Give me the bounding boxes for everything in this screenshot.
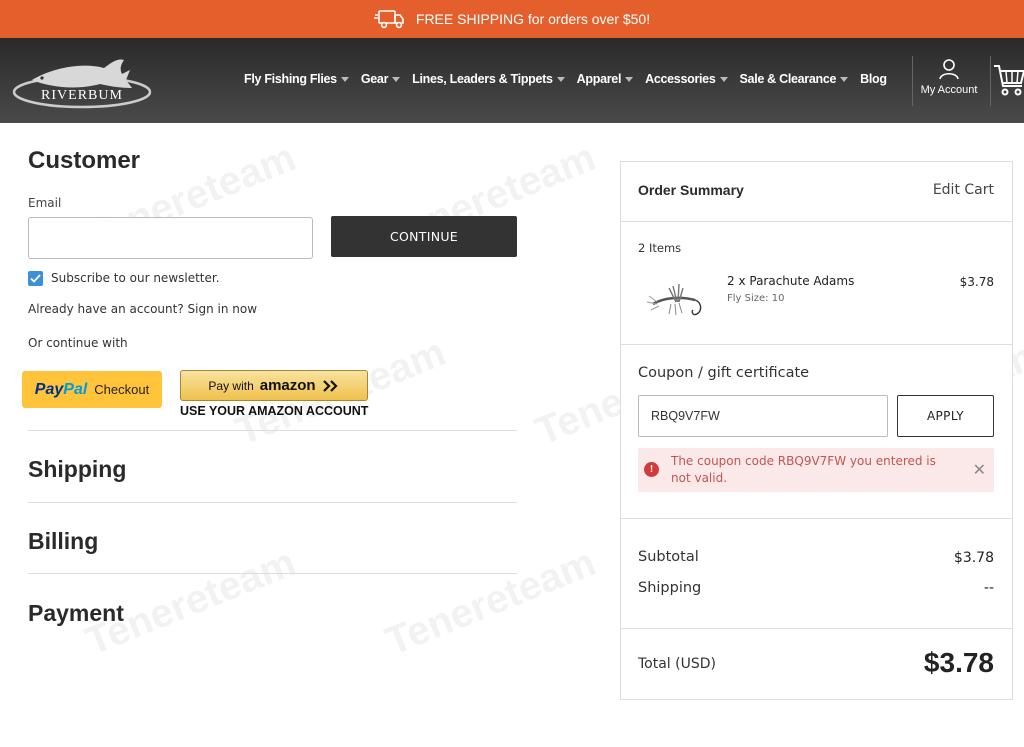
nav-item-gear[interactable]: Gear: [360, 72, 401, 86]
double-chevron-right-icon: [322, 379, 338, 392]
logo-text: RIVERBUM: [41, 88, 123, 103]
caret-down-icon: [556, 76, 565, 82]
summary-divider: [621, 628, 1012, 629]
customer-title: Customer: [28, 147, 141, 174]
shipping-label: Shipping: [638, 580, 702, 596]
nav-item-label: Sale & Clearance: [739, 72, 837, 86]
email-label: Email: [28, 196, 62, 210]
payment-section-title: Payment: [28, 600, 124, 626]
subtotal-value: $3.78: [953, 550, 994, 566]
nav-item-accessories[interactable]: Accessories: [645, 72, 728, 86]
nav-item-label: Blog: [860, 72, 887, 86]
nav-item-sale-clearance[interactable]: Sale & Clearance: [740, 72, 849, 86]
cart-link[interactable]: [992, 62, 1024, 102]
summary-divider: [621, 344, 1012, 345]
coupon-error-text: The coupon code RBQ9V7FW you entered is …: [671, 454, 936, 485]
product-price: $3.78: [959, 275, 994, 289]
amazon-pay-with-label: Pay with: [208, 378, 254, 393]
nav-item-fly-fishing-flies[interactable]: Fly Fishing Flies: [244, 72, 349, 86]
error-icon: !: [644, 462, 659, 477]
caret-down-icon: [719, 76, 728, 82]
coupon-title: Coupon / gift certificate: [638, 365, 810, 381]
nav-item-label: Lines, Leaders & Tippets: [412, 72, 553, 86]
total-label: Total (USD): [638, 656, 716, 672]
nav-item-blog[interactable]: Blog: [860, 72, 887, 86]
section-divider: [28, 430, 517, 431]
nav-item-label: Apparel: [576, 72, 622, 86]
caret-down-icon: [340, 76, 349, 82]
email-input[interactable]: [28, 217, 313, 259]
signin-prefix: Already have an account?: [28, 302, 184, 316]
paypal-pal-text: Pal: [63, 380, 88, 398]
promo-text: FREE SHIPPING for orders over $50!: [415, 11, 651, 27]
shipping-value: --: [983, 580, 994, 596]
paypal-checkout-label: Checkout: [94, 382, 150, 397]
coupon-error-alert: ! The coupon code RBQ9V7FW you entered i…: [638, 448, 994, 492]
order-summary-title: Order Summary: [638, 182, 744, 198]
parachute-adams-fly-image: [646, 283, 702, 316]
billing-section-title: Billing: [28, 528, 99, 554]
nav-item-label: Fly Fishing Flies: [244, 72, 337, 86]
shipping-section-title: Shipping: [28, 456, 127, 482]
header-divider: [990, 56, 991, 106]
amazon-pay-button[interactable]: Pay with amazon: [180, 370, 368, 401]
cart-icon: [994, 65, 1024, 96]
paypal-checkout-button[interactable]: PayPal Checkout: [22, 371, 162, 408]
close-icon[interactable]: ✕: [973, 460, 986, 479]
edit-cart-link[interactable]: Edit Cart: [933, 182, 994, 198]
newsletter-checkbox[interactable]: [28, 271, 43, 286]
nav-item-label: Gear: [360, 72, 389, 86]
header-divider: [912, 56, 913, 106]
main-nav: Fly Fishing Flies Gear Lines, Leaders & Ti…: [244, 72, 899, 86]
signin-link[interactable]: Sign in now: [188, 302, 258, 316]
nav-item-label: Accessories: [645, 72, 716, 86]
product-name: 2 x Parachute Adams: [727, 274, 855, 288]
summary-divider: [621, 518, 1012, 519]
summary-divider: [621, 221, 1012, 222]
my-account-link[interactable]: My Account: [914, 58, 984, 96]
watermark: Tenereteam: [379, 540, 602, 664]
section-divider: [28, 502, 517, 503]
amazon-account-label: USE YOUR AMAZON ACCOUNT: [180, 404, 369, 418]
or-continue-text: Or continue with: [28, 336, 128, 350]
signin-prompt: Already have an account? Sign in now: [28, 302, 257, 316]
truck-icon: [373, 10, 404, 29]
caret-down-icon: [625, 76, 634, 82]
site-header: RIVERBUM Fly Fishing Flies Gear Lines, Lea…: [0, 38, 1024, 123]
product-option: Fly Size: 10: [727, 293, 785, 304]
riverbum-logo[interactable]: RIVERBUM: [12, 48, 157, 112]
coupon-input[interactable]: [638, 395, 888, 437]
nav-item-apparel[interactable]: Apparel: [576, 72, 634, 86]
check-icon: [30, 274, 41, 283]
nav-item-lines-leaders-tippets[interactable]: Lines, Leaders & Tippets: [412, 72, 565, 86]
newsletter-label: Subscribe to our newsletter.: [51, 271, 220, 285]
apply-coupon-button[interactable]: APPLY: [897, 395, 994, 437]
continue-button[interactable]: CONTINUE: [331, 216, 517, 257]
order-summary: Order Summary Edit Cart 2 Items 2 x Para…: [620, 161, 1013, 700]
paypal-logo: PayPal: [35, 381, 87, 399]
user-icon: [939, 59, 959, 80]
my-account-label: My Account: [920, 84, 978, 96]
section-divider: [28, 573, 517, 574]
caret-down-icon: [840, 76, 849, 82]
paypal-pay-text: Pay: [34, 380, 64, 398]
total-value: $3.78: [923, 647, 994, 678]
subtotal-label: Subtotal: [638, 549, 699, 565]
caret-down-icon: [392, 76, 401, 82]
promo-banner: FREE SHIPPING for orders over $50!: [0, 0, 1024, 38]
items-count: 2 Items: [638, 241, 682, 255]
amazon-logo: amazon: [259, 377, 316, 394]
